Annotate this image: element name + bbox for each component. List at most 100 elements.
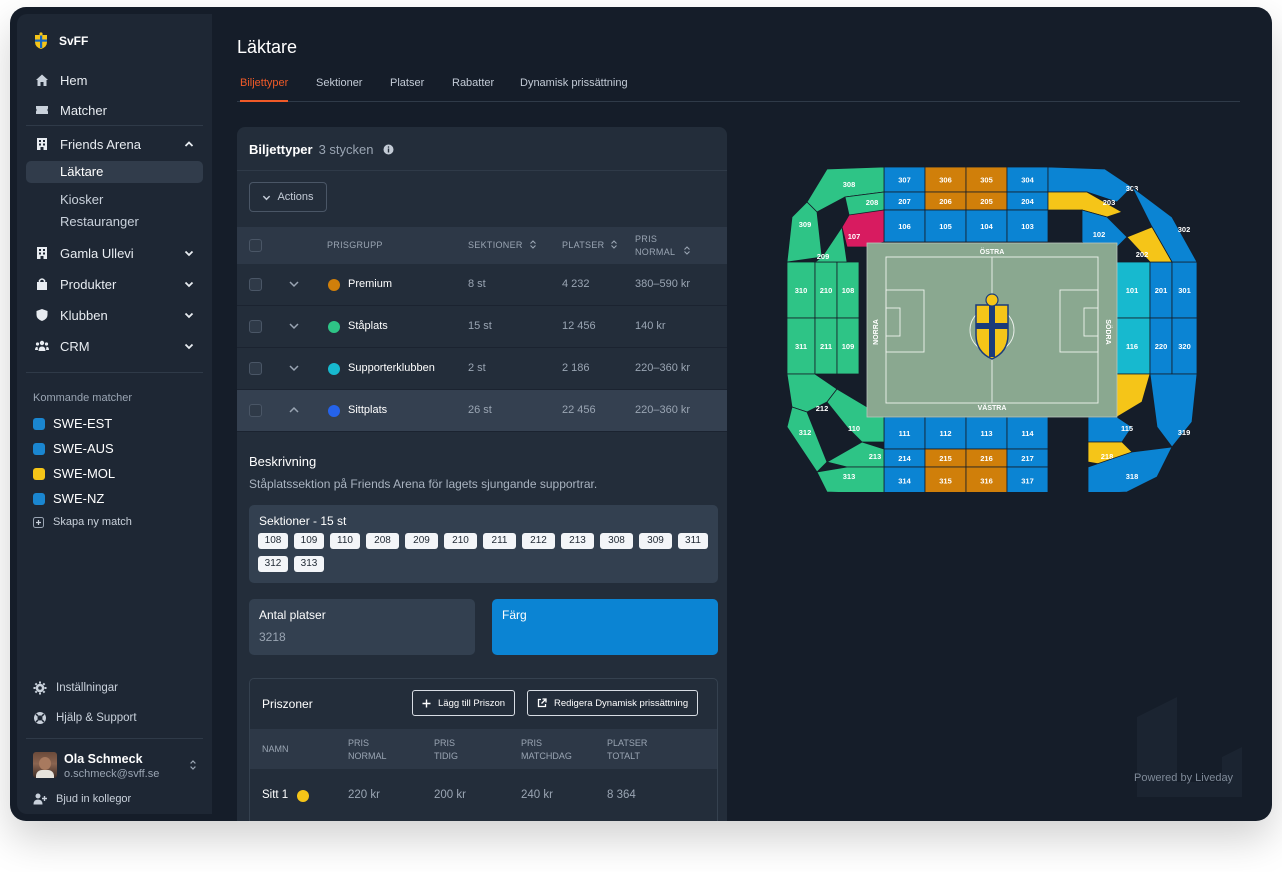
settings-link[interactable]: Inställningar (33, 681, 118, 695)
nav-produkter[interactable]: Produkter (17, 276, 212, 292)
match-item[interactable]: SWE-MOL (33, 466, 115, 481)
select-all-checkbox[interactable] (249, 239, 262, 252)
section-307[interactable]: 307 (883, 166, 926, 193)
ticket-type-row[interactable]: Ståplats 15 st 12 456 140 kr (237, 306, 727, 348)
nav-hem[interactable]: Hem (17, 72, 212, 88)
section-115[interactable]: 115 (1087, 416, 1133, 443)
column-prisgrupp[interactable]: PRISGRUPP (327, 240, 383, 250)
section-112[interactable]: 112 (924, 416, 967, 450)
section-204[interactable]: 204 (1006, 191, 1049, 211)
section-101[interactable]: 101 (1113, 261, 1151, 319)
section-111[interactable]: 111 (883, 416, 926, 450)
tab-rabatter[interactable]: Rabatter (452, 77, 494, 102)
match-item[interactable]: SWE-NZ (33, 491, 104, 506)
section-chip[interactable]: 313 (294, 556, 324, 572)
row-checkbox[interactable] (249, 320, 262, 333)
section-314[interactable]: 314 (883, 466, 926, 492)
price-zone-row[interactable]: Sitt 1 220 kr 200 kr 240 kr 8 364 (250, 771, 717, 821)
section-chip[interactable]: 108 (258, 533, 288, 549)
section-113[interactable]: 113 (965, 416, 1008, 450)
subnav-restauranger[interactable]: Restauranger (60, 214, 139, 229)
section-107[interactable]: 107 (841, 209, 885, 248)
actions-button[interactable]: Actions (249, 182, 327, 212)
column-sektioner[interactable]: SEKTIONER (468, 240, 536, 250)
section-312[interactable]: 312 (787, 406, 828, 473)
section-chip[interactable]: 208 (366, 533, 399, 549)
section-206[interactable]: 206 (924, 191, 967, 211)
section-103[interactable]: 103 (1006, 209, 1049, 243)
section-310[interactable]: 310 (787, 261, 816, 319)
section-chip[interactable]: 109 (294, 533, 324, 549)
add-price-zone-button[interactable]: Lägg till Priszon (412, 690, 516, 716)
nav-friends-arena[interactable]: Friends Arena (17, 136, 212, 152)
section-315[interactable]: 315 (924, 466, 967, 492)
section-216[interactable]: 216 (965, 448, 1008, 468)
invite-colleagues-link[interactable]: Bjud in kollegor (33, 793, 131, 805)
section-105[interactable]: 105 (924, 209, 967, 243)
section-chip[interactable]: 210 (444, 533, 477, 549)
section-211[interactable]: 211 (814, 317, 838, 375)
section-304[interactable]: 304 (1006, 166, 1049, 193)
tab-dynamisk-prissattning[interactable]: Dynamisk prissättning (520, 77, 628, 102)
section-214[interactable]: 214 (883, 448, 926, 468)
column-platser[interactable]: PLATSER (562, 240, 618, 250)
section-220[interactable]: 220 (1149, 317, 1173, 375)
nav-klubben[interactable]: Klubben (17, 307, 212, 323)
section-chip[interactable]: 212 (522, 533, 555, 549)
section-305[interactable]: 305 (965, 166, 1008, 193)
section-210[interactable]: 210 (814, 261, 838, 319)
match-item[interactable]: SWE-EST (33, 416, 112, 431)
section-chip[interactable]: 110 (330, 533, 360, 549)
edit-dynamic-pricing-button[interactable]: Redigera Dynamisk prissättning (527, 690, 699, 716)
section-311[interactable]: 311 (787, 317, 816, 375)
match-item[interactable]: SWE-AUS (33, 441, 114, 456)
section-301[interactable]: 301 (1171, 261, 1197, 319)
tab-biljettyper[interactable]: Biljettyper (240, 77, 289, 102)
row-checkbox[interactable] (249, 278, 262, 291)
brand[interactable]: SvFF (33, 32, 88, 50)
section-106[interactable]: 106 (883, 209, 926, 243)
section-chip[interactable]: 312 (258, 556, 288, 572)
user-menu[interactable]: Ola Schmeck o.schmeck@svff.se (33, 751, 203, 781)
chevron-down-icon[interactable] (289, 363, 299, 373)
tab-platser[interactable]: Platser (390, 77, 424, 102)
ticket-type-row[interactable]: Supporterklubben 2 st 2 186 220–360 kr (237, 348, 727, 390)
subnav-kiosker[interactable]: Kiosker (60, 192, 103, 207)
section-chip[interactable]: 309 (639, 533, 672, 549)
section-114[interactable]: 114 (1006, 416, 1049, 450)
chevron-down-icon[interactable] (289, 321, 299, 331)
section-317[interactable]: 317 (1006, 466, 1049, 492)
section-104[interactable]: 104 (965, 209, 1008, 243)
section-chip[interactable]: 209 (405, 533, 438, 549)
tab-sektioner[interactable]: Sektioner (316, 77, 362, 102)
ticket-type-row[interactable]: Sittplats 26 st 22 456 220–360 kr (237, 390, 727, 432)
section-212[interactable]: 212 (787, 373, 838, 413)
chevron-down-icon[interactable] (289, 279, 299, 289)
seat-count-value[interactable]: 3218 (259, 630, 286, 644)
color-box[interactable]: Färg (492, 599, 718, 655)
nav-matcher[interactable]: Matcher (17, 102, 212, 118)
subnav-laktare[interactable]: Läktare (26, 161, 203, 183)
section-chip[interactable]: 311 (678, 533, 708, 549)
section-320[interactable]: 320 (1171, 317, 1197, 375)
section-316[interactable]: 316 (965, 466, 1008, 492)
row-checkbox[interactable] (249, 362, 262, 375)
create-match-button[interactable]: Skapa ny match (33, 516, 132, 528)
chevron-up-icon[interactable] (289, 405, 299, 415)
section-108[interactable]: 108 (836, 261, 860, 319)
nav-gamla-ullevi[interactable]: Gamla Ullevi (17, 245, 212, 261)
section-201[interactable]: 201 (1149, 261, 1173, 319)
help-link[interactable]: Hjälp & Support (33, 711, 137, 725)
section-chip[interactable]: 308 (600, 533, 633, 549)
section-chip[interactable]: 213 (561, 533, 594, 549)
info-icon[interactable] (383, 144, 394, 155)
section-217[interactable]: 217 (1006, 448, 1049, 468)
section-chip[interactable]: 211 (483, 533, 516, 549)
section-215[interactable]: 215 (924, 448, 967, 468)
section-306[interactable]: 306 (924, 166, 967, 193)
section-319[interactable]: 319 (1149, 373, 1197, 448)
ticket-type-row[interactable]: Premium 8 st 4 232 380–590 kr (237, 264, 727, 306)
section-313[interactable]: 313 (816, 466, 885, 492)
section-116[interactable]: 116 (1113, 317, 1151, 375)
section-109[interactable]: 109 (836, 317, 860, 375)
